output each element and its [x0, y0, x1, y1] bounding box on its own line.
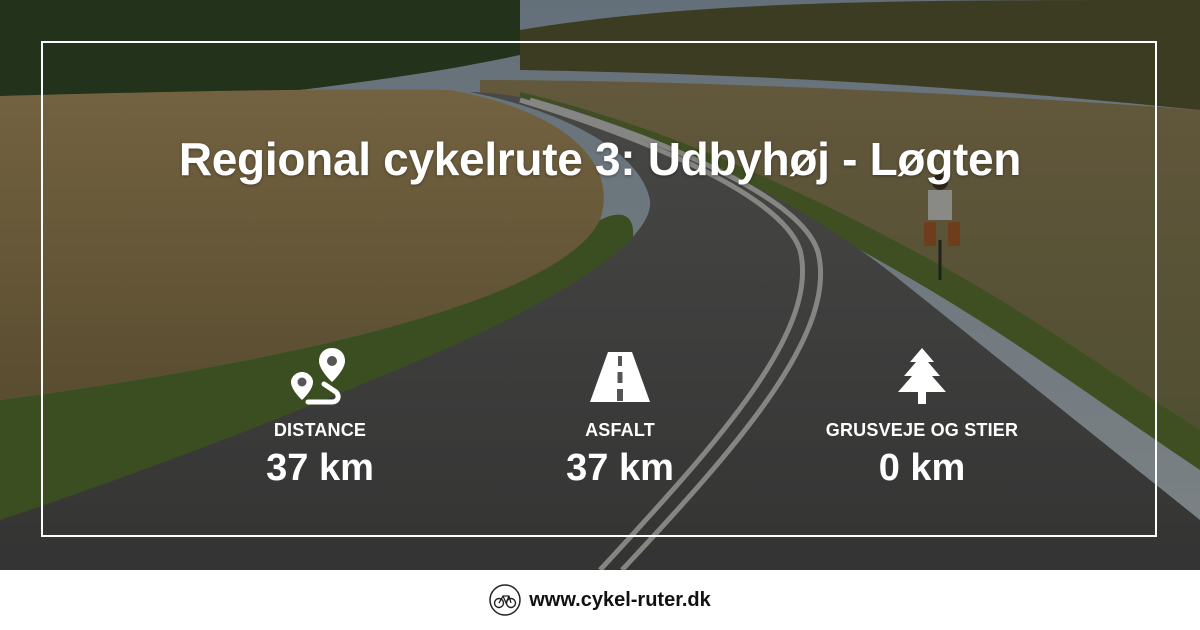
stat-label: GRUSVEJE OG STIER — [825, 420, 1019, 440]
stat-value: 37 km — [566, 447, 674, 489]
stat-distance: DISTANCE 37 km — [170, 344, 470, 490]
road-icon — [590, 352, 650, 402]
tree-icon — [898, 348, 946, 404]
bicycle-logo-icon — [489, 584, 521, 616]
hero-banner: Regional cykelrute 3: Udbyhøj - Løgten D… — [0, 0, 1200, 570]
site-link[interactable]: www.cykel-ruter.dk — [529, 589, 711, 612]
route-icon — [291, 348, 345, 405]
stat-label: ASFALT — [585, 420, 655, 440]
stat-gravel: GRUSVEJE OG STIER 0 km — [772, 344, 1072, 490]
stat-value: 0 km — [878, 447, 966, 489]
route-title: Regional cykelrute 3: Udbyhøj - Løgten — [178, 133, 1022, 185]
stat-value: 37 km — [266, 447, 374, 489]
footer: www.cykel-ruter.dk — [0, 570, 1200, 630]
stat-asphalt: ASFALT 37 km — [470, 344, 770, 490]
stat-label: DISTANCE — [273, 420, 367, 440]
